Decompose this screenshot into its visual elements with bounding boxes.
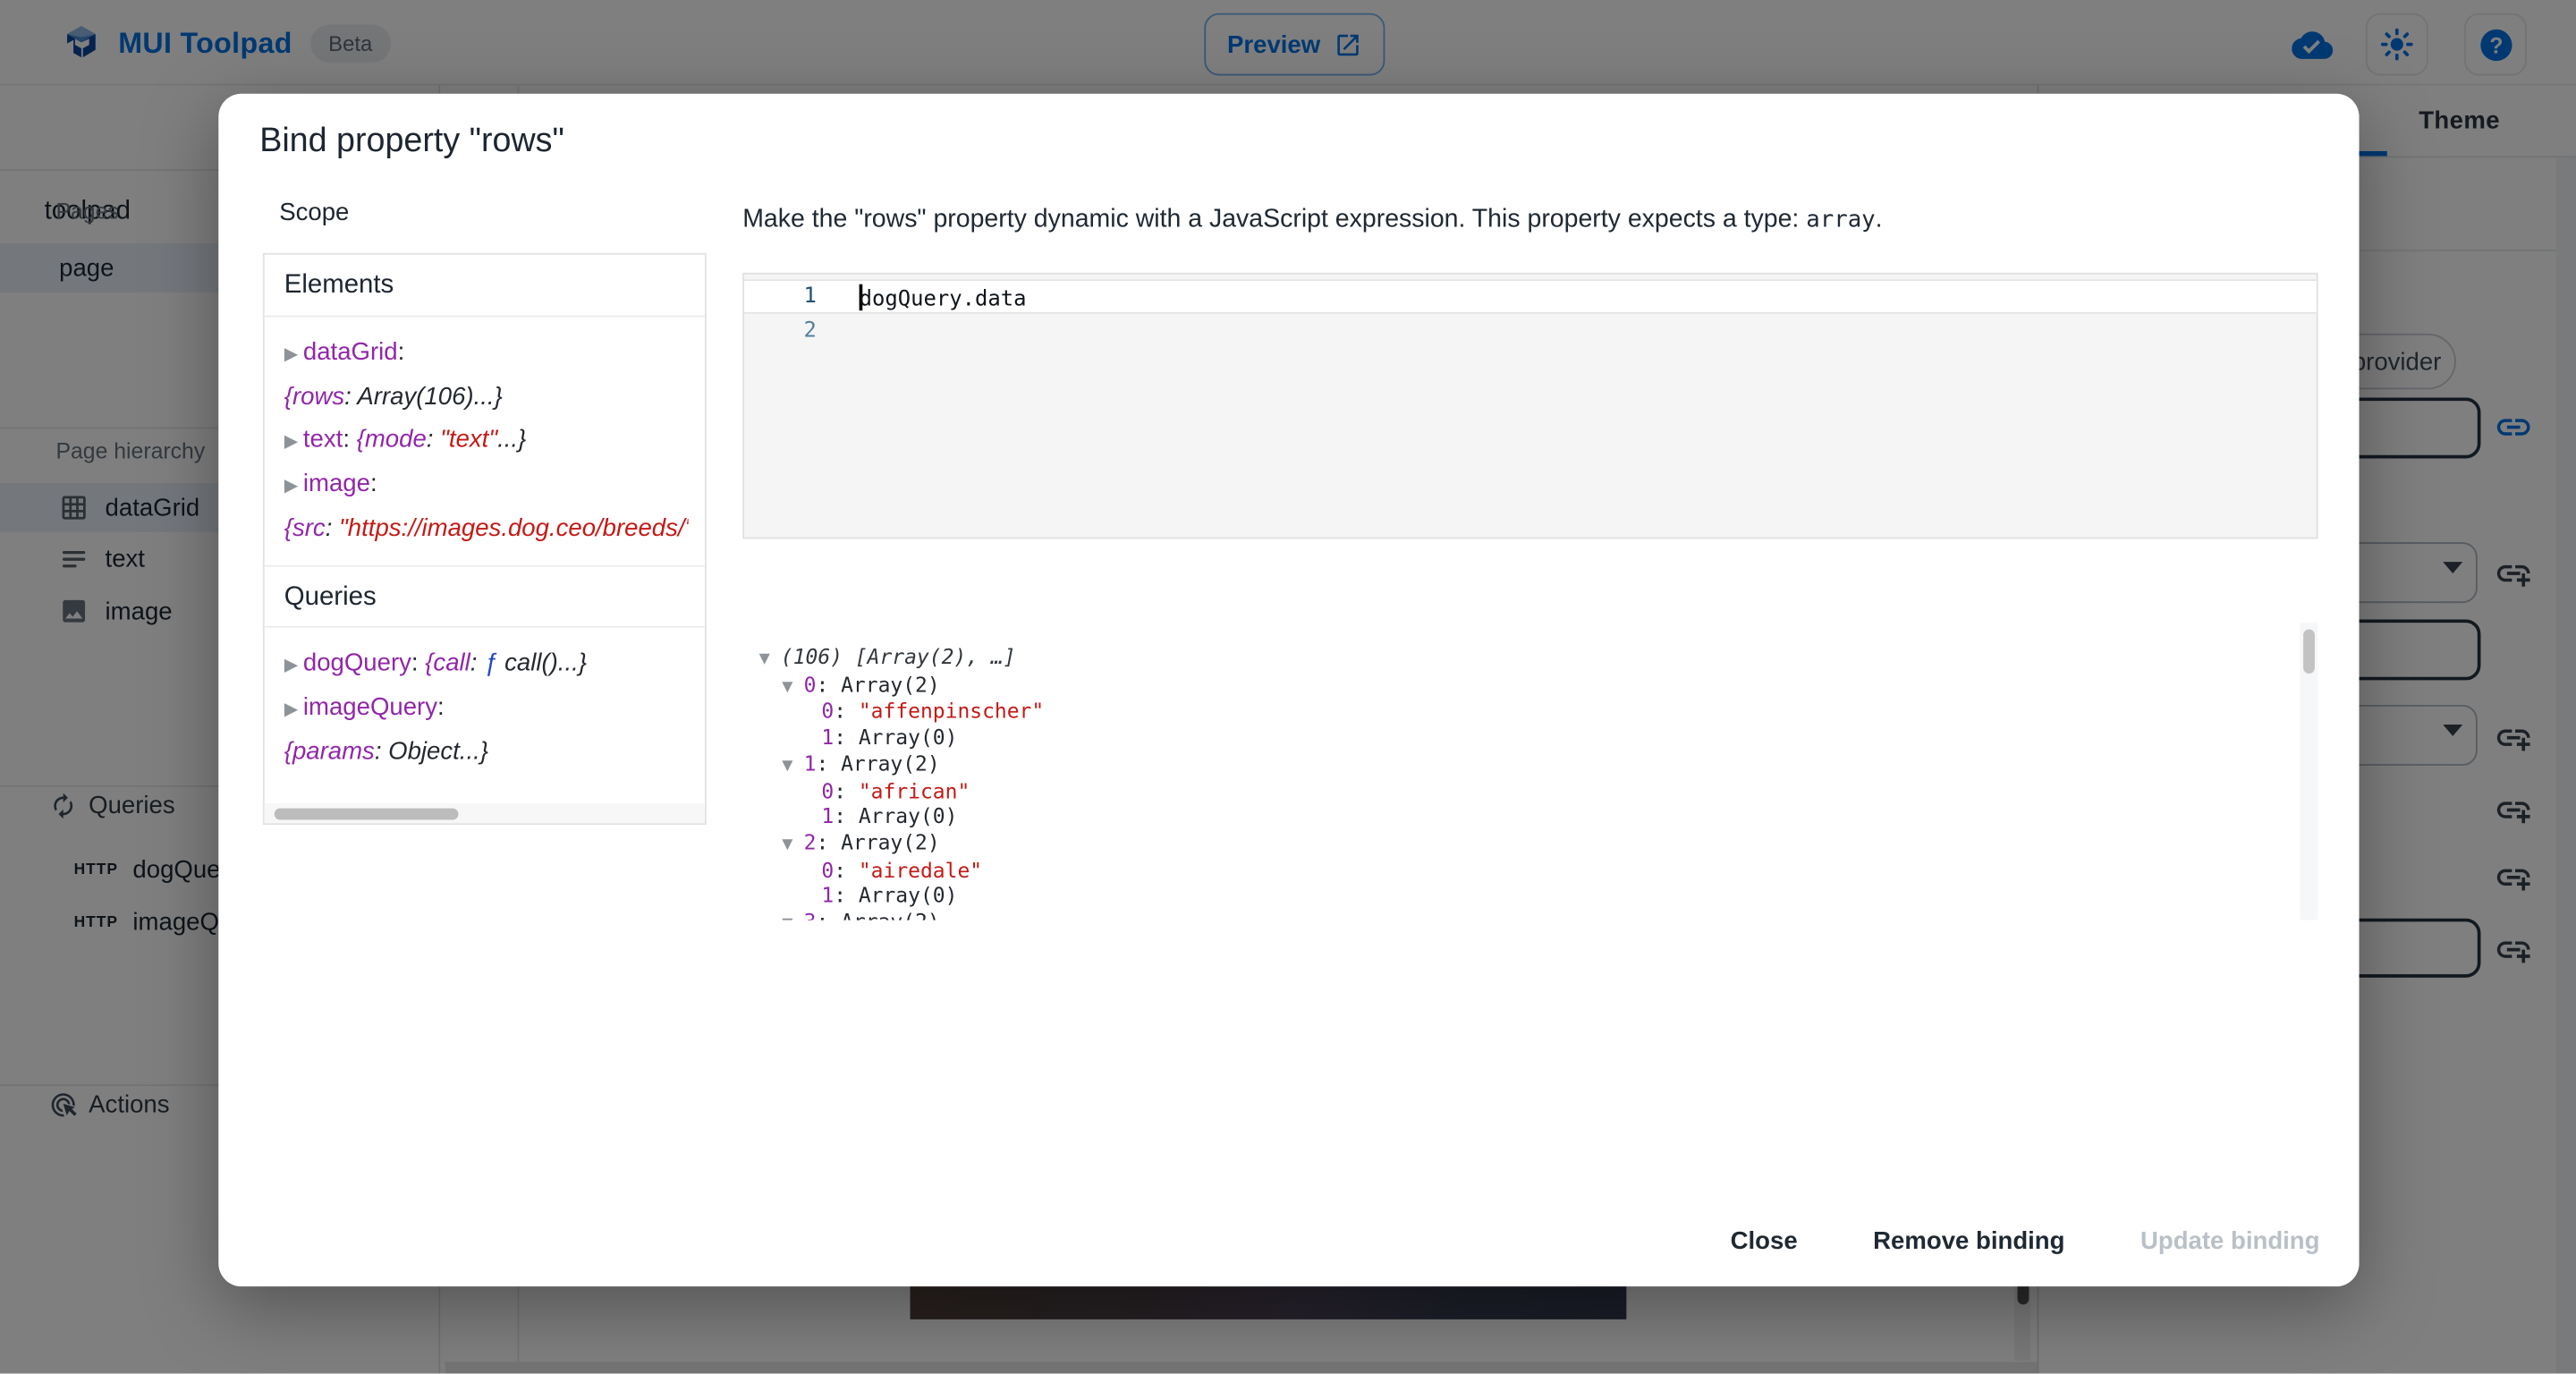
tree-segment: 0 [821,699,834,724]
dialog-actions: Close Remove binding Update binding [1717,1217,2333,1265]
tree-segment: : [834,699,859,724]
dialog-title: Bind property "rows" [259,122,564,161]
code-line[interactable]: dogQuery.data [860,284,1027,312]
preview-row[interactable]: ▼ 2: Array(2) [742,829,2318,857]
preview-row[interactable]: 1: Array(0) [742,725,2318,751]
remove-binding-button[interactable]: Remove binding [1860,1217,2078,1265]
tree-segment: (106) [Array(2), …] [781,644,1016,669]
preview-row[interactable]: ▼ (106) [Array(2), …] [742,644,2318,672]
tree-segment: 2 [804,829,817,854]
tree-segment: 0 [821,857,834,882]
scope-tree-item[interactable]: ▶ imageQuery: {params: Object...} [284,687,689,774]
preview-row[interactable]: ▼ 1: Array(2) [742,751,2318,778]
tree-segment: 1 [821,804,834,829]
tree-segment: : Array(0) [834,883,957,908]
tree-segment: : [375,738,388,766]
scope-explorer: Elements ▶ dataGrid: {rows: Array(106)..… [263,253,707,825]
tree-segment: "affenpinscher" [859,699,1044,724]
elements-header: Elements [265,255,705,318]
tree-segment: "airedale" [859,857,982,882]
tree-segment: : [343,426,356,454]
tree-segment: : Array(0) [834,804,957,829]
tree-segment: imageQuery [303,693,437,721]
tree-segment: call()...} [504,649,587,677]
scope-tree-item[interactable]: ▶ image: {src: "https://images.dog.ceo/b… [284,463,689,550]
tree-segment: Object...} [388,738,488,766]
tree-segment: : Array(2) [816,751,939,776]
queries-header: Queries [265,565,705,628]
update-binding-button[interactable]: Update binding [2127,1217,2333,1265]
tree-segment: {src [284,514,326,542]
tree-segment: ▼ [759,648,781,669]
tree-segment: ...} [497,426,526,454]
tree-segment: {params [284,738,375,766]
preview-row[interactable]: 0: "african" [742,778,2318,804]
tree-segment: ▶ [284,656,303,675]
tree-segment: ▼ [782,754,803,776]
app-root: MUI Toolpad Beta Preview [0,0,2576,1374]
tree-segment: "https://images.dog.ceo/breeds/" [339,514,689,542]
tree-segment: ▼ [782,674,803,696]
tree-segment: ▶ [284,700,303,719]
tree-segment: : [834,857,859,882]
tree-segment: : Array(106)...} [344,383,503,411]
tree-segment: ▶ [284,432,303,452]
line-number: 1 [744,284,817,310]
preview-row[interactable]: 1: Array(0) [742,804,2318,830]
scope-scrollbar-thumb[interactable] [275,809,459,820]
tree-segment: 0 [821,778,834,803]
tree-segment: {rows [284,383,344,411]
tree-segment: : [834,778,859,803]
tree-segment: image [303,470,370,497]
tree-segment: ▼ [782,833,803,854]
tree-segment: dataGrid [303,338,398,366]
tree-segment: 1 [804,751,817,776]
preview-scrollbar-thumb[interactable] [2303,629,2315,674]
js-expression-editor[interactable]: 1 2 dogQuery.data [742,273,2318,539]
tree-segment: ƒ [484,649,504,677]
preview-row[interactable]: ▼ 3: Array(2) [742,909,2318,920]
tree-segment: 0 [804,672,817,697]
tree-segment: ▶ [284,477,303,496]
scope-label: Scope [279,199,349,226]
preview-row[interactable]: 1: Array(0) [742,883,2318,909]
tree-segment: "african" [859,778,970,803]
scope-tree-item[interactable]: ▶ text: {mode: "text"...} [284,419,689,463]
bind-property-dialog: Bind property "rows" Scope Elements ▶ da… [218,94,2359,1286]
tree-segment: 1 [821,883,834,908]
expression-result-preview: ▼ (106) [Array(2), …]▼ 0: Array(2)0: "af… [742,623,2318,920]
tree-segment: text [303,426,343,454]
tree-segment: : [411,649,425,677]
tree-segment: : [370,470,377,497]
tree-segment: : Array(0) [834,725,957,750]
preview-row[interactable]: ▼ 0: Array(2) [742,672,2318,700]
tree-segment: 1 [821,725,834,750]
tree-segment: {mode [357,426,427,454]
elements-tree: ▶ dataGrid: {rows: Array(106)...}▶ text:… [265,317,705,564]
scope-tree-item[interactable]: ▶ dataGrid: {rows: Array(106)...} [284,332,689,419]
tree-segment: : [398,338,405,366]
tree-segment: : [470,649,484,677]
line-number: 2 [744,318,817,344]
tree-segment: : Array(2) [816,829,939,854]
scope-tree-item[interactable]: ▶ dogQuery: {call: ƒ call()...} [284,642,689,687]
preview-row[interactable]: 0: "affenpinscher" [742,699,2318,725]
tree-segment: : [326,514,339,542]
close-button[interactable]: Close [1717,1217,1810,1265]
tree-segment: : [437,693,445,721]
tree-segment: : [427,426,440,454]
preview-row[interactable]: 0: "airedale" [742,857,2318,883]
tree-segment: ▼ [782,912,803,920]
dialog-description: Make the "rows" property dynamic with a … [742,206,1882,235]
tree-segment: ▶ [284,345,303,365]
tree-segment: dogQuery [303,649,411,677]
tree-segment: : Array(2) [816,672,939,697]
tree-segment: {call [425,649,470,677]
tree-segment: : Array(2) [816,909,939,920]
queries-tree: ▶ dogQuery: {call: ƒ call()...}▶ imageQu… [265,628,705,789]
tree-segment: 3 [804,909,817,920]
scope-horizontal-scrollbar[interactable] [265,803,705,823]
tree-segment: "text" [440,426,497,454]
